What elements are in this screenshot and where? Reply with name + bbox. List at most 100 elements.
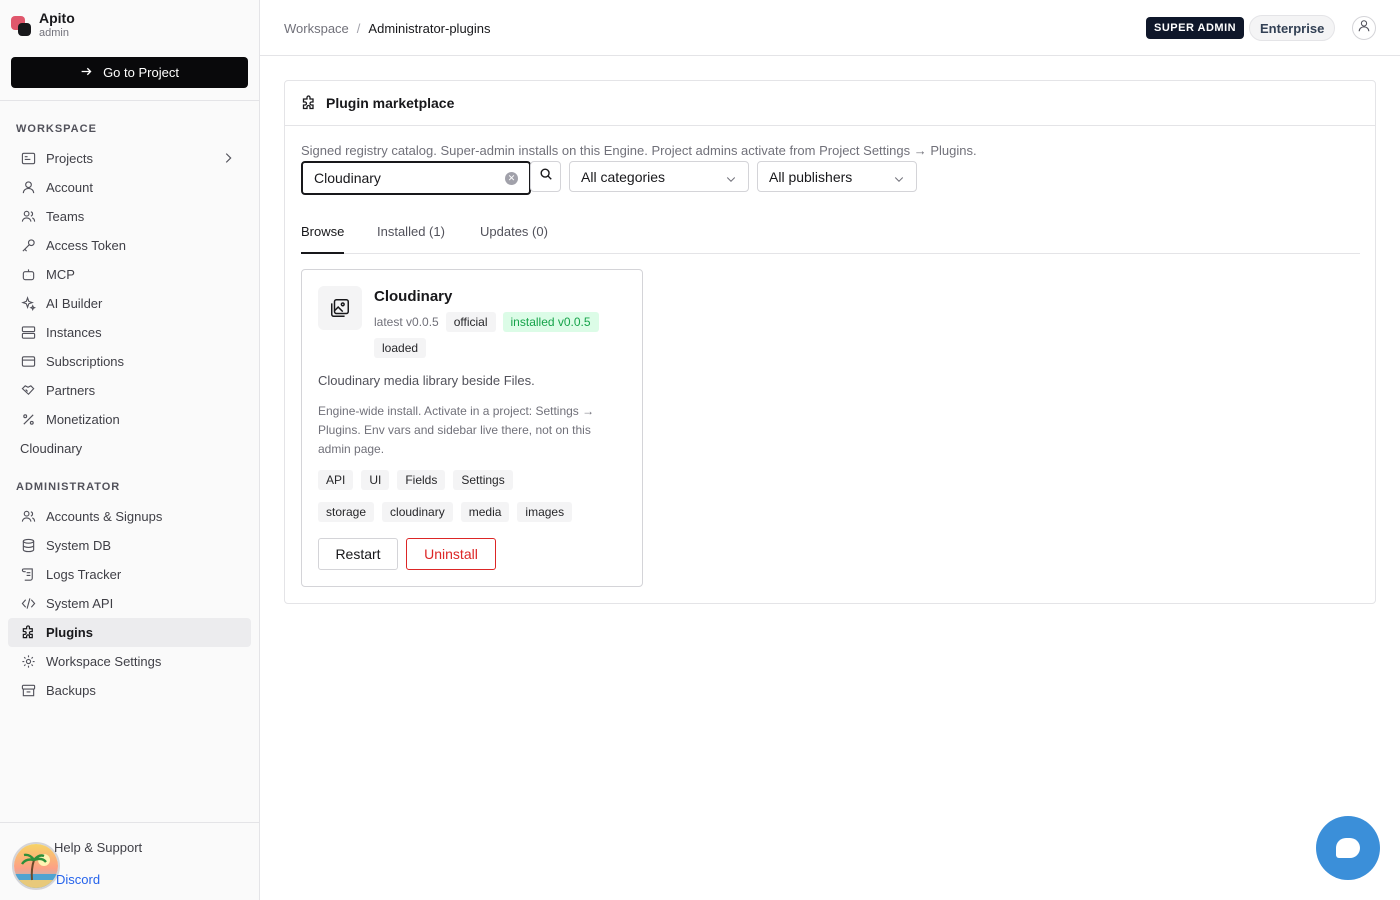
keyword-tag: cloudinary <box>382 502 453 522</box>
tab-updates[interactable]: Updates (0) <box>480 224 548 254</box>
plugin-description: Cloudinary media library beside Files. <box>318 373 535 388</box>
handshake-icon <box>20 383 36 399</box>
chevron-right-icon[interactable] <box>221 151 235 168</box>
tab-installed[interactable]: Installed (1) <box>377 224 445 254</box>
panel-header: Plugin marketplace <box>285 81 1375 126</box>
percent-icon <box>20 412 36 428</box>
loaded-badge: loaded <box>374 338 427 358</box>
sidebar-item-partners[interactable]: Partners <box>8 376 251 405</box>
sidebar-divider <box>0 100 259 101</box>
capability-tags: API UI Fields Settings <box>318 470 521 490</box>
sidebar-item-label: System DB <box>46 538 112 553</box>
search-icon <box>539 167 553 186</box>
user-menu-button[interactable] <box>1352 16 1376 40</box>
user-icon <box>20 180 36 196</box>
workspace-nav: Projects Account Teams Access Token MCP … <box>8 144 251 463</box>
avatar[interactable] <box>12 842 60 890</box>
publisher-select[interactable]: All publishers <box>757 161 917 192</box>
sidebar-item-instances[interactable]: Instances <box>8 318 251 347</box>
sidebar-item-logs-tracker[interactable]: Logs Tracker <box>8 560 251 589</box>
go-to-project-button[interactable]: Go to Project <box>11 57 248 88</box>
tab-bar: Browse Installed (1) Updates (0) <box>301 221 1360 254</box>
official-badge: official <box>445 312 496 332</box>
credit-card-icon <box>20 354 36 370</box>
search-button[interactable] <box>530 161 561 192</box>
sidebar: Apito admin Go to Project WORKSPACE Proj… <box>0 0 260 900</box>
brand-role: admin <box>39 27 69 39</box>
plugin-latest-version: latest v0.0.5 <box>374 315 439 329</box>
puzzle-icon <box>301 95 317 111</box>
key-icon <box>20 238 36 254</box>
sidebar-item-backups[interactable]: Backups <box>8 676 251 705</box>
sidebar-item-system-api[interactable]: System API <box>8 589 251 618</box>
restart-button[interactable]: Restart <box>318 538 398 570</box>
user-icon <box>1357 19 1371 38</box>
keyword-tags: storage cloudinary media images <box>318 502 580 522</box>
sidebar-item-label: Logs Tracker <box>46 567 122 582</box>
plugin-card: Cloudinary latest v0.0.5 official instal… <box>301 269 643 587</box>
uninstall-button[interactable]: Uninstall <box>406 538 496 570</box>
sidebar-footer: Help & Support Discord <box>0 822 259 900</box>
help-support-link[interactable]: Help & Support <box>54 840 142 855</box>
sidebar-item-label: AI Builder <box>46 296 103 311</box>
sidebar-item-system-db[interactable]: System DB <box>8 531 251 560</box>
discord-link[interactable]: Discord <box>56 872 100 887</box>
go-to-project-label: Go to Project <box>103 65 179 80</box>
clear-search-icon[interactable]: ✕ <box>505 172 518 185</box>
apito-logo <box>11 12 33 38</box>
tab-browse[interactable]: Browse <box>301 224 345 254</box>
sidebar-item-cloudinary[interactable]: Cloudinary <box>8 434 251 463</box>
sidebar-item-ai-builder[interactable]: AI Builder <box>8 289 251 318</box>
code-icon <box>20 596 36 612</box>
image-gallery-icon <box>318 286 362 330</box>
sidebar-item-subscriptions[interactable]: Subscriptions <box>8 347 251 376</box>
sidebar-item-label: Projects <box>46 151 93 166</box>
breadcrumb-workspace[interactable]: Workspace <box>284 21 349 36</box>
sidebar-item-account[interactable]: Account <box>8 173 251 202</box>
plugin-marketplace-panel: Plugin marketplace Signed registry catal… <box>284 80 1376 604</box>
sidebar-item-monetization[interactable]: Monetization <box>8 405 251 434</box>
breadcrumb: Workspace / Administrator-plugins <box>284 21 491 36</box>
breadcrumb-current: Administrator-plugins <box>368 21 491 36</box>
capability-tag: Fields <box>397 470 446 490</box>
projects-icon <box>20 151 36 167</box>
sidebar-item-label: Plugins <box>46 625 93 640</box>
breadcrumb-separator: / <box>356 21 361 36</box>
sidebar-item-teams[interactable]: Teams <box>8 202 251 231</box>
sidebar-item-label: Subscriptions <box>46 354 125 369</box>
plugin-name: Cloudinary <box>374 288 453 305</box>
panel-description: Signed registry catalog. Super-admin ins… <box>301 143 977 158</box>
sidebar-item-label: MCP <box>46 267 75 282</box>
brand[interactable]: Apito admin <box>11 11 75 39</box>
sidebar-item-label: Cloudinary <box>20 441 83 456</box>
sidebar-item-mcp[interactable]: MCP <box>8 260 251 289</box>
category-select[interactable]: All categories <box>569 161 749 192</box>
search-input[interactable] <box>314 170 494 186</box>
database-icon <box>20 538 36 554</box>
sidebar-item-access-token[interactable]: Access Token <box>8 231 251 260</box>
server-icon <box>20 325 36 341</box>
chevron-down-icon <box>725 172 737 188</box>
plan-badge: Enterprise <box>1249 15 1336 41</box>
gear-icon <box>20 654 36 670</box>
section-title-administrator: ADMINISTRATOR <box>16 481 121 493</box>
super-admin-badge: SUPER ADMIN <box>1146 17 1245 39</box>
users-icon <box>20 509 36 525</box>
search-field[interactable]: ✕ <box>301 161 531 195</box>
team-icon <box>20 209 36 225</box>
puzzle-icon <box>20 625 36 641</box>
keyword-tag: images <box>517 502 573 522</box>
sidebar-item-plugins[interactable]: Plugins <box>8 618 251 647</box>
sidebar-item-workspace-settings[interactable]: Workspace Settings <box>8 647 251 676</box>
chat-launcher-button[interactable] <box>1316 816 1380 880</box>
chevron-down-icon <box>893 172 905 188</box>
capability-tag: UI <box>361 470 390 490</box>
sidebar-item-label: Backups <box>46 683 96 698</box>
plugin-install-note: Engine-wide install. Activate in a proje… <box>318 404 595 456</box>
sidebar-item-projects[interactable]: Projects <box>8 144 251 173</box>
admin-nav: Accounts & Signups System DB Logs Tracke… <box>8 502 251 705</box>
top-header: Workspace / Administrator-plugins SUPER … <box>260 0 1400 56</box>
sidebar-item-accounts-signups[interactable]: Accounts & Signups <box>8 502 251 531</box>
robot-icon <box>20 267 36 283</box>
sidebar-item-label: Teams <box>46 209 85 224</box>
